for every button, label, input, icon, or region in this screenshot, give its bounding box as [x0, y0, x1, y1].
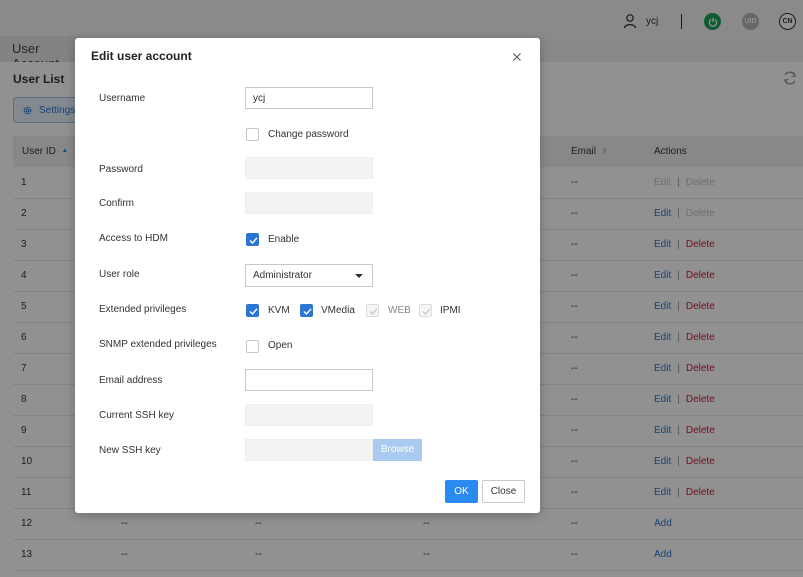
password-label: Password	[99, 164, 143, 175]
check-icon	[249, 308, 258, 316]
kvm-label: KVM	[268, 305, 290, 316]
change-password-label: Change password	[268, 129, 349, 140]
extended-privileges-label: Extended privileges	[99, 304, 187, 315]
snmp-open-label: Open	[268, 340, 293, 351]
current-ssh-key-label: Current SSH key	[99, 410, 175, 421]
password-field[interactable]	[245, 157, 373, 179]
snmp-open-checkbox[interactable]	[246, 340, 259, 353]
ipmi-checkbox[interactable]	[419, 304, 432, 317]
close-button[interactable]: Close	[482, 480, 525, 503]
hdm-enable-checkbox[interactable]	[246, 233, 259, 246]
dialog-title: Edit user account	[91, 49, 192, 63]
kvm-checkbox[interactable]	[246, 304, 259, 317]
change-password-checkbox[interactable]	[246, 128, 259, 141]
hdm-enable-label: Enable	[268, 234, 300, 245]
chevron-down-icon	[355, 274, 363, 278]
check-icon	[249, 237, 258, 245]
email-label: Email address	[99, 375, 163, 386]
vmedia-checkbox[interactable]	[300, 304, 313, 317]
web-label: WEB	[388, 305, 411, 316]
snmp-privileges-label: SNMP extended privileges	[99, 339, 217, 350]
email-field[interactable]	[245, 369, 373, 391]
ipmi-label: IPMI	[440, 305, 461, 316]
web-checkbox[interactable]	[366, 304, 379, 317]
check-icon	[303, 308, 312, 316]
vmedia-label: VMedia	[321, 305, 355, 316]
current-ssh-key-field	[245, 404, 373, 426]
confirm-label: Confirm	[99, 198, 135, 209]
new-ssh-key-label: New SSH key	[99, 445, 161, 456]
user-role-value: Administrator	[253, 270, 312, 281]
ok-button[interactable]: OK	[445, 480, 478, 503]
close-icon[interactable]	[511, 51, 523, 63]
username-field[interactable]	[245, 87, 373, 109]
check-icon	[422, 308, 431, 315]
new-ssh-key-field[interactable]	[245, 439, 373, 461]
check-icon	[369, 308, 378, 315]
confirm-password-field[interactable]	[245, 192, 373, 214]
hdm-access-label: Access to HDM	[99, 233, 168, 244]
user-role-select[interactable]: Administrator	[245, 264, 373, 287]
user-role-label: User role	[99, 269, 140, 280]
username-label: Username	[99, 93, 146, 104]
browse-button[interactable]: Browse	[373, 439, 422, 461]
edit-user-dialog: Edit user account Username Change passwo…	[75, 38, 540, 513]
